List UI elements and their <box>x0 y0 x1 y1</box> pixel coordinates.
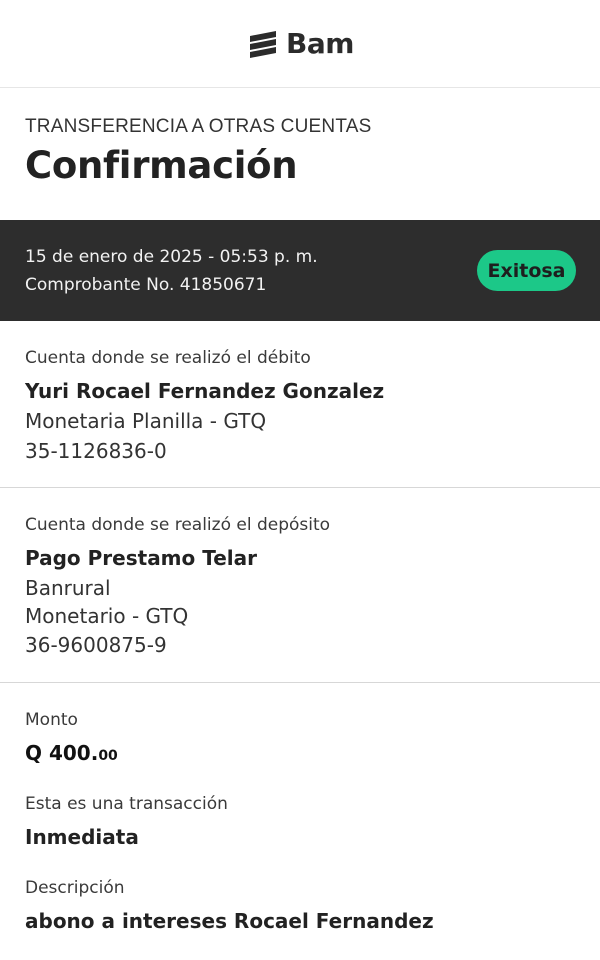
transaction-status-bar: 15 de enero de 2025 - 05:53 p. m. Compro… <box>0 220 600 321</box>
amount-cents: 00 <box>98 748 118 764</box>
amount-label: Monto <box>25 710 78 730</box>
page-title: Confirmación <box>25 144 298 187</box>
amount-value: Q 400.00 <box>25 741 118 765</box>
deposit-account-number: 36-9600875-9 <box>25 633 167 657</box>
transaction-type-label: Esta es una transacción <box>25 794 228 814</box>
section-divider <box>0 487 600 488</box>
bam-logo-icon <box>250 30 277 58</box>
brand-logo: Bam <box>246 27 354 61</box>
deposit-account-label: Cuenta donde se realizó el depósito <box>25 515 331 535</box>
description-value: abono a intereses Rocael Fernandez <box>25 909 434 933</box>
amount-main: Q 400. <box>25 741 99 765</box>
debit-account-holder: Yuri Rocael Fernandez Gonzalez <box>25 379 385 403</box>
receipt-number: Comprobante No. 41850671 <box>25 275 267 295</box>
deposit-account-type: Monetario - GTQ <box>25 604 189 628</box>
brand-name: Bam <box>286 27 354 60</box>
section-divider <box>0 682 600 683</box>
description-label: Descripción <box>25 878 125 898</box>
transaction-datetime: 15 de enero de 2025 - 05:53 p. m. <box>25 247 318 267</box>
debit-account-number: 35-1126836-0 <box>25 439 167 463</box>
title-block: TRANSFERENCIA A OTRAS CUENTAS Confirmaci… <box>25 116 585 187</box>
debit-account-label: Cuenta donde se realizó el débito <box>25 348 311 368</box>
app-header: Bam <box>0 0 600 88</box>
status-badge: Exitosa <box>477 250 576 291</box>
page-subtitle: TRANSFERENCIA A OTRAS CUENTAS <box>25 116 372 137</box>
deposit-account-holder: Pago Prestamo Telar <box>25 546 257 570</box>
transaction-type-value: Inmediata <box>25 825 139 849</box>
debit-account-type: Monetaria Planilla - GTQ <box>25 409 267 433</box>
deposit-bank: Banrural <box>25 576 111 600</box>
